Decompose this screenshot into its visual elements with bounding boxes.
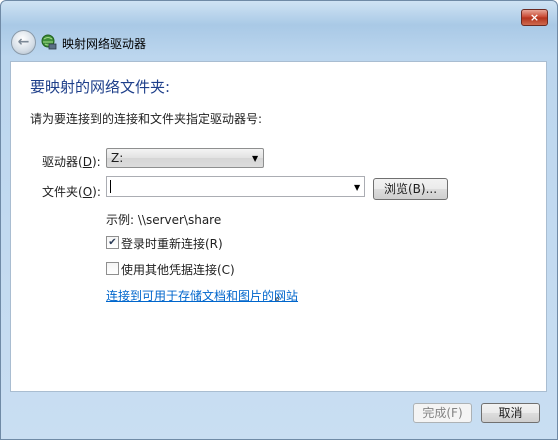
credentials-label[interactable]: 使用其他凭据连接(C): [121, 261, 235, 278]
folder-dropdown-icon[interactable]: ▼: [354, 183, 360, 192]
instruction-text: 请为要连接到的连接和文件夹指定驱动器号:: [30, 112, 263, 126]
drive-select[interactable]: Z:: [106, 148, 264, 168]
check-icon: ✔: [108, 237, 117, 248]
finish-button: 完成(F): [413, 403, 472, 423]
reconnect-checkbox[interactable]: ✔: [106, 236, 119, 249]
reconnect-label[interactable]: 登录时重新连接(R): [121, 235, 223, 252]
network-drive-icon: [41, 34, 57, 50]
chevron-down-icon: ▼: [252, 154, 259, 163]
text-caret: [110, 180, 111, 193]
drive-label: 驱动器(D):: [42, 155, 101, 169]
folder-label: 文件夹(O):: [42, 185, 101, 199]
folder-input[interactable]: [106, 176, 365, 197]
drive-label-accesskey: D: [82, 155, 92, 169]
page-heading: 要映射的网络文件夹:: [30, 78, 171, 96]
link-period: 。: [275, 289, 288, 303]
window-title: 映射网络驱动器: [62, 37, 147, 51]
close-icon: ×: [529, 11, 540, 24]
example-text: 示例: \\server\share: [106, 213, 222, 227]
storage-website-link[interactable]: 连接到可用于存储文档和图片的网站: [106, 287, 298, 304]
close-button[interactable]: ×: [521, 9, 548, 26]
credentials-checkbox[interactable]: [106, 262, 119, 275]
cancel-button[interactable]: 取消: [481, 403, 540, 423]
back-button[interactable]: ←: [11, 30, 36, 55]
back-arrow-icon: ←: [17, 34, 30, 50]
folder-label-accesskey: O: [82, 185, 93, 199]
drive-select-value: Z:: [111, 151, 124, 165]
browse-button[interactable]: 浏览(B)...: [373, 178, 448, 200]
